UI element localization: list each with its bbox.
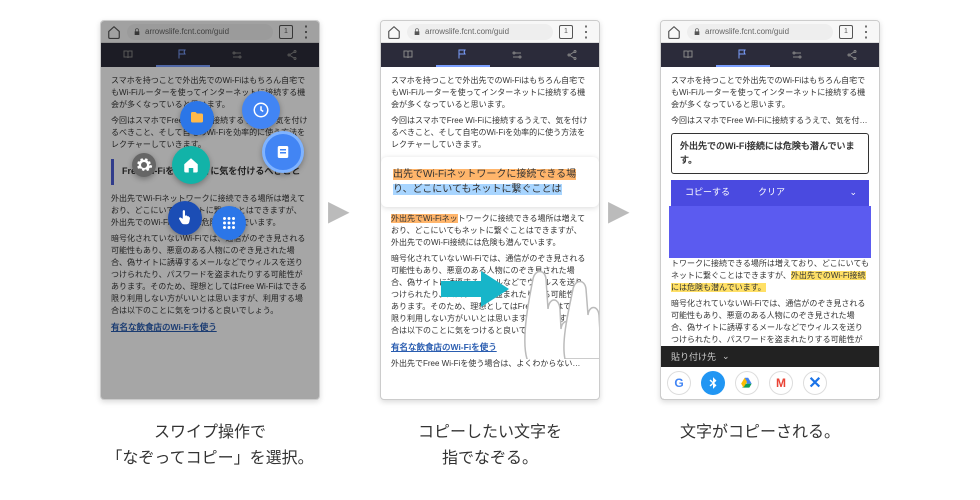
article-link[interactable]: 有名な飲食店のWi-Fiを使う (391, 341, 589, 354)
phone-step-2: arrowslife.fcnt.com/guid 1 ⋮ スマホを持つことで外出… (380, 20, 600, 400)
caption-step-3: 文字がコピーされる。 (630, 420, 890, 446)
tab-book[interactable] (661, 43, 716, 67)
page-tabs (661, 43, 879, 67)
paragraph: 今回はスマホでFree Wi-Fiに接続するうえで、気を付けるべきこと、そして自… (671, 115, 869, 127)
url-bar[interactable]: arrowslife.fcnt.com/guid (687, 24, 833, 40)
paste-destination-tray: 貼り付け先 ⌄ G M ✕ (661, 346, 879, 399)
tab-flag[interactable] (436, 43, 491, 67)
tab-share[interactable] (545, 43, 600, 67)
more-app-icon[interactable]: ✕ (803, 371, 827, 395)
paragraph: 外出先でWi-Fiネットワークに接続できる場所は増えており、どこにいてもネットに… (391, 213, 589, 249)
copy-action-bar: コピーする クリア ⌄ (671, 180, 869, 206)
paragraph: スマホを持つことで外出先でのWi-Fiはもちろん自宅でもWi-Fiルーターを使っ… (391, 75, 589, 111)
tab-flag[interactable] (716, 43, 771, 67)
magnified-line: 出先でWi-Fiネットワークに接続できる場 (393, 167, 587, 182)
chevron-down-icon[interactable]: ⌄ (722, 351, 730, 362)
copy-button[interactable]: コピーする (671, 186, 744, 200)
lock-icon (693, 28, 701, 36)
page-tabs (381, 43, 599, 67)
article-body: スマホを持つことで外出先でのWi-Fiはもちろん自宅でもWi-Fiルーターを使っ… (381, 67, 599, 382)
quick-menu (110, 91, 310, 271)
drive-app-icon[interactable] (735, 371, 759, 395)
clear-button[interactable]: クリア (744, 186, 799, 200)
paragraph: トワークに接続できる場所は増えており、どこにいてもネットに繋ぐことはできますが、… (671, 258, 869, 294)
caption-step-1: スワイプ操作で「なぞってコピー」を選択。 (80, 420, 340, 471)
tab-count[interactable]: 1 (839, 25, 853, 39)
hand-pointer-icon[interactable] (168, 201, 202, 235)
selection-overlay (669, 206, 871, 258)
tab-controls[interactable] (490, 43, 545, 67)
url-text: arrowslife.fcnt.com/guid (705, 27, 789, 36)
apps-grid-icon[interactable] (212, 206, 246, 240)
url-bar[interactable]: arrowslife.fcnt.com/guid (407, 24, 553, 40)
magnifier-popup: 出先でWi-Fiネットワークに接続できる場 り、どこにいてもネットに繋ぐことは (381, 157, 599, 207)
paragraph: スマホを持つことで外出先でのWi-Fiはもちろん自宅でもWi-Fiルーターを使っ… (671, 75, 869, 111)
caption-step-2: コピーしたい文字を指でなぞる。 (360, 420, 620, 471)
bluetooth-app-icon[interactable] (701, 371, 725, 395)
tab-controls[interactable] (770, 43, 825, 67)
paste-label: 貼り付け先 (671, 350, 716, 363)
swipe-arrow-icon (441, 269, 511, 309)
note-copy-icon[interactable] (262, 131, 304, 173)
clock-icon[interactable] (242, 91, 280, 129)
home-icon[interactable] (387, 25, 401, 39)
phone-step-1: arrowslife.fcnt.com/guid 1 ⋮ スマホを持つことで外出… (100, 20, 320, 400)
phone-step-3: arrowslife.fcnt.com/guid 1 ⋮ スマホを持つことで外出… (660, 20, 880, 400)
home-bubble-icon[interactable] (172, 146, 210, 184)
copied-text-box: 外出先でのWi-Fi接続には危険も潜んでいます。 (671, 133, 869, 174)
step-arrow-icon: ▶ (600, 194, 638, 227)
step-arrow-icon: ▶ (320, 194, 358, 227)
browser-toolbar: arrowslife.fcnt.com/guid 1 ⋮ (381, 21, 599, 43)
more-icon[interactable]: ⋮ (859, 25, 873, 39)
paragraph: 今回はスマホでFree Wi-Fiに接続するうえで、気を付けるべきこと、そして自… (391, 115, 589, 151)
magnified-line: り、どこにいてもネットに繋ぐことは (393, 182, 587, 197)
url-text: arrowslife.fcnt.com/guid (425, 27, 509, 36)
tab-book[interactable] (381, 43, 436, 67)
google-app-icon[interactable]: G (667, 371, 691, 395)
paragraph: 外出先でFree Wi-Fiを使う場合は、よくわからない… (391, 358, 589, 370)
file-icon[interactable] (180, 101, 214, 135)
more-icon[interactable]: ⋮ (579, 25, 593, 39)
chevron-down-icon[interactable]: ⌄ (835, 186, 869, 200)
tab-share[interactable] (825, 43, 880, 67)
browser-toolbar: arrowslife.fcnt.com/guid 1 ⋮ (661, 21, 879, 43)
lock-icon (413, 28, 421, 36)
tab-count[interactable]: 1 (559, 25, 573, 39)
gmail-app-icon[interactable]: M (769, 371, 793, 395)
gear-icon[interactable] (132, 153, 156, 177)
home-icon[interactable] (667, 25, 681, 39)
